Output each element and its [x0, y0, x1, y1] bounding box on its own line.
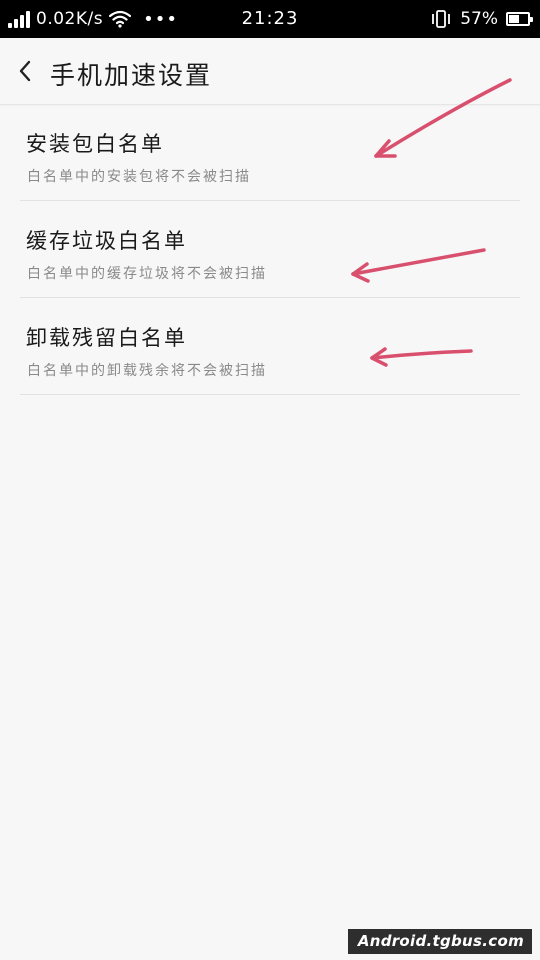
watermark: Android.tgbus.com	[347, 929, 532, 954]
list-item-uninstall-residue-whitelist[interactable]: 卸载残留白名单 白名单中的卸载残余将不会被扫描	[20, 298, 520, 395]
list-item-cache-junk-whitelist[interactable]: 缓存垃圾白名单 白名单中的缓存垃圾将不会被扫描	[20, 201, 520, 298]
list-item-subtitle: 白名单中的卸载残余将不会被扫描	[27, 363, 267, 379]
list-item-title: 卸载残留白名单	[26, 326, 187, 350]
status-bar-right: 57%	[430, 0, 533, 38]
vibrate-icon	[432, 10, 451, 28]
list-item-title: 安装包白名单	[26, 132, 164, 156]
list-item-install-package-whitelist[interactable]: 安装包白名单 白名单中的安装包将不会被扫描	[20, 104, 520, 201]
status-bar: 0.02K/s ••• 21:23 57%	[0, 0, 540, 38]
list-item-subtitle: 白名单中的缓存垃圾将不会被扫描	[27, 266, 267, 282]
page-title: 手机加速设置	[50, 61, 213, 90]
battery-icon	[506, 12, 533, 26]
app-header: 手机加速设置	[0, 38, 540, 105]
battery-percent: 57%	[460, 9, 498, 29]
list-item-title: 缓存垃圾白名单	[26, 229, 187, 253]
whitelist-settings-list: 安装包白名单 白名单中的安装包将不会被扫描 缓存垃圾白名单 白名单中的缓存垃圾将…	[0, 104, 540, 395]
chevron-left-icon[interactable]	[12, 55, 40, 87]
battery-level-fill	[509, 15, 520, 23]
list-item-subtitle: 白名单中的安装包将不会被扫描	[27, 169, 251, 185]
